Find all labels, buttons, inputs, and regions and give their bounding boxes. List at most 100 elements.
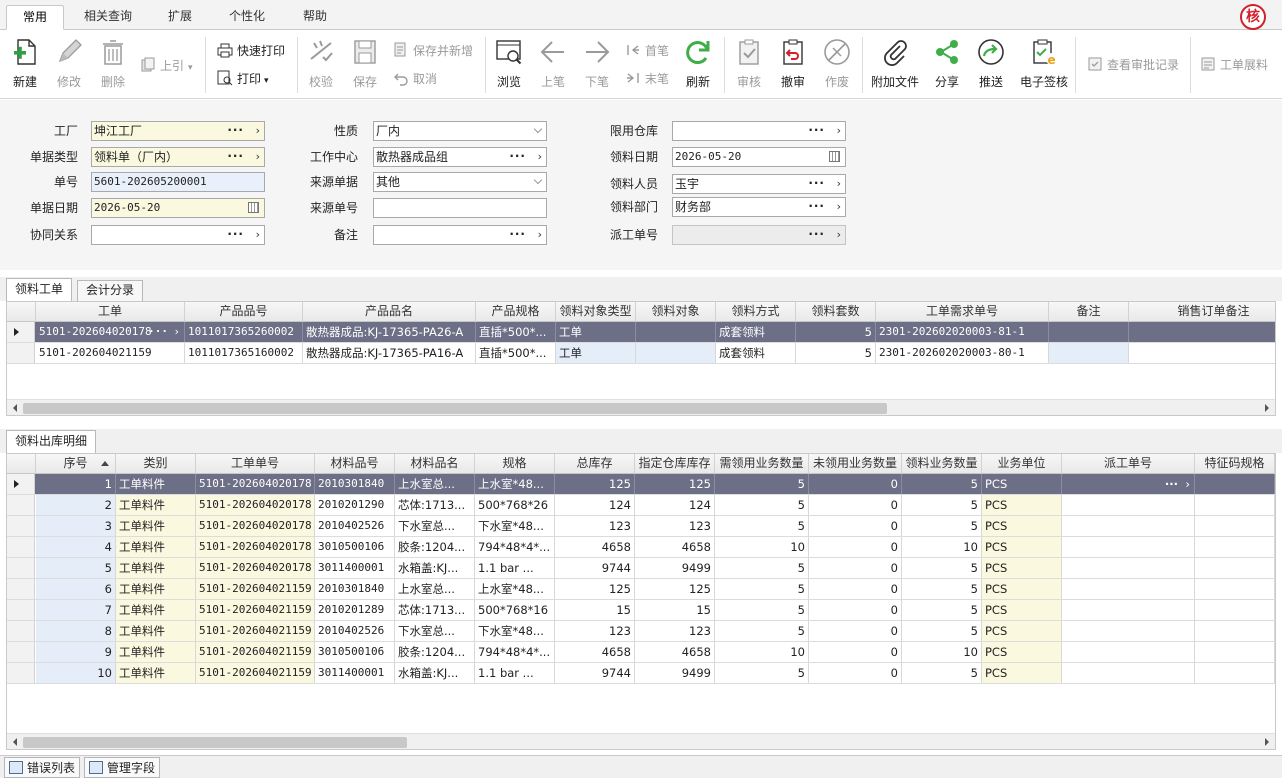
table-cell[interactable]: 0 [809, 579, 902, 599]
table-cell[interactable]: 5 [36, 558, 116, 578]
table-cell[interactable]: 4 [36, 537, 116, 557]
table-cell[interactable] [1195, 516, 1275, 536]
srcdoc-select[interactable]: 其他 [373, 172, 547, 192]
row-indicator[interactable] [7, 600, 35, 620]
scroll-left-icon[interactable] [13, 738, 17, 746]
table-cell[interactable]: 5 [902, 516, 982, 536]
table-cell[interactable] [1062, 621, 1195, 641]
prev-record-button[interactable]: 上笔 [531, 35, 575, 95]
table-cell[interactable]: 工单料件 [116, 600, 196, 620]
table-row[interactable]: 7 工单料件 5101-202604021159 2010201289 芯体:1713.… [7, 600, 1275, 621]
table-cell[interactable]: PCS [982, 642, 1062, 662]
table-cell[interactable]: 5 [796, 343, 876, 363]
table-cell[interactable] [1062, 516, 1195, 536]
column-header[interactable]: 序号 [36, 454, 116, 474]
audit-button[interactable]: 审核 [727, 35, 771, 95]
table-row[interactable]: 3 工单料件 5101-202604020178 2010402526 下水室总... 下… [7, 516, 1275, 537]
table-cell[interactable]: PCS [982, 621, 1062, 641]
column-header[interactable]: 产品规格 [476, 302, 556, 322]
lookup-dots-icon[interactable]: ··· [808, 122, 825, 139]
table-cell[interactable]: 10 [715, 537, 809, 557]
table-cell[interactable]: 124 [555, 495, 635, 515]
table-cell[interactable]: PCS [982, 663, 1062, 683]
scroll-thumb[interactable] [23, 403, 887, 414]
lookup-dots-icon[interactable]: ··· [227, 226, 244, 243]
table-row[interactable]: 9 工单料件 5101-202604021159 3010500106 胶条:1204.… [7, 642, 1275, 663]
table-cell[interactable] [1195, 474, 1275, 494]
chevron-right-icon[interactable]: › [256, 226, 260, 244]
table-cell[interactable]: 5 [902, 663, 982, 683]
column-header[interactable]: 产品品名 [303, 302, 476, 322]
delete-button[interactable]: 删除 [91, 35, 135, 95]
table-cell[interactable]: 794*48*4*... [475, 537, 555, 557]
audit-seal-icon[interactable]: 核 [1240, 4, 1266, 30]
table-cell[interactable]: 5 [715, 516, 809, 536]
table-cell[interactable] [1062, 663, 1195, 683]
collab-field[interactable]: ··· › [91, 225, 265, 245]
dropdown-chevron-icon[interactable] [533, 124, 543, 134]
chevron-right-icon[interactable]: › [256, 148, 260, 166]
first-record-button[interactable]: 首笔 [625, 41, 669, 61]
last-record-button[interactable]: 末笔 [625, 69, 669, 89]
column-header[interactable]: 领料业务数量 [902, 454, 982, 474]
table-cell[interactable]: 芯体:1713... [395, 495, 475, 515]
table-cell[interactable]: 123 [555, 516, 635, 536]
warehouse-field[interactable]: ··· › [672, 121, 846, 141]
chevron-right-icon[interactable]: › [1185, 474, 1190, 494]
column-header[interactable]: 材料品号 [315, 454, 395, 474]
table-cell[interactable]: 上水室总... [395, 579, 475, 599]
table-cell[interactable]: 500*768*16 [475, 600, 555, 620]
table-cell[interactable]: 1.1 bar ... [475, 663, 555, 683]
table-cell[interactable]: 上水室总... [395, 474, 475, 494]
table-cell[interactable]: 5 [715, 600, 809, 620]
table-cell[interactable] [1195, 558, 1275, 578]
table-cell[interactable]: 工单料件 [116, 558, 196, 578]
table-cell[interactable]: 5101-202604020178 [196, 537, 315, 557]
new-button[interactable]: 新建 [3, 35, 47, 95]
lookup-dots-icon[interactable]: ··· [509, 148, 526, 165]
table-cell[interactable]: 9744 [555, 663, 635, 683]
table-cell[interactable]: 5101-202604020178 ··· › [36, 322, 185, 342]
table-cell[interactable]: 9 [36, 642, 116, 662]
table-cell[interactable]: 3 [36, 516, 116, 536]
table-cell[interactable]: 1 [36, 474, 116, 494]
table-cell[interactable]: 0 [809, 474, 902, 494]
table-cell[interactable]: 794*48*4*... [475, 642, 555, 662]
table-cell[interactable]: 1011017365260002 [185, 322, 303, 342]
table-cell[interactable]: 0 [809, 642, 902, 662]
table-cell[interactable]: 123 [635, 516, 715, 536]
table-cell[interactable]: 5101-202604020178 [196, 474, 315, 494]
table-cell[interactable] [1062, 495, 1195, 515]
lookup-dots-icon[interactable]: ··· [509, 226, 526, 243]
table-cell[interactable]: PCS [982, 558, 1062, 578]
table-cell[interactable]: 5 [902, 621, 982, 641]
table-cell[interactable]: 5 [715, 579, 809, 599]
lookup-dots-icon[interactable]: ··· [808, 198, 825, 215]
column-header[interactable]: 销售订单备注 [1129, 302, 1275, 322]
chevron-right-icon[interactable]: › [538, 226, 542, 244]
share-button[interactable]: 分享 [925, 35, 969, 95]
table-cell[interactable] [1129, 343, 1275, 363]
table-cell[interactable]: 5 [902, 579, 982, 599]
table-cell[interactable]: 工单料件 [116, 663, 196, 683]
table-cell[interactable]: 8 [36, 621, 116, 641]
table-cell[interactable]: 2301-202602020003-81-1 [876, 322, 1049, 342]
column-header[interactable]: 领料对象类型 [556, 302, 636, 322]
table-cell[interactable]: 工单料件 [116, 537, 196, 557]
column-header[interactable]: 总库存 [555, 454, 635, 474]
table-cell[interactable]: 2010301840 [315, 474, 395, 494]
table-cell[interactable]: 2010402526 [315, 621, 395, 641]
table-cell[interactable]: 胶条:1204... [395, 642, 475, 662]
table-cell[interactable]: ··· › [1062, 474, 1195, 494]
table-cell[interactable]: 5101-202604021159 [196, 642, 315, 662]
manage-fields-tab[interactable]: 管理字段 [84, 757, 161, 778]
table-cell[interactable]: 0 [809, 621, 902, 641]
table-cell[interactable]: 0 [809, 516, 902, 536]
tab-picking-detail[interactable]: 领料出库明细 [6, 430, 97, 453]
table-cell[interactable]: 5 [902, 600, 982, 620]
table-cell[interactable]: 3011400001 [315, 663, 395, 683]
table-cell[interactable]: 4658 [555, 642, 635, 662]
column-header[interactable]: 业务单位 [982, 454, 1062, 474]
row-indicator[interactable] [7, 343, 35, 363]
table-cell[interactable]: 5 [715, 621, 809, 641]
